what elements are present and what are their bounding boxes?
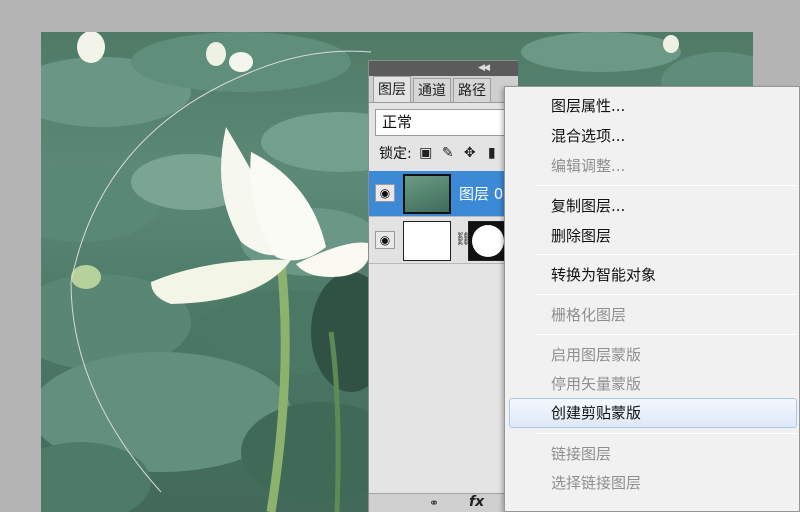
menu-item-layer-properties[interactable]: 图层属性... — [551, 96, 625, 116]
menu-item-disable-vector-mask[interactable]: 停用矢量蒙版 — [551, 374, 641, 394]
lock-brush-icon[interactable]: ✎ — [440, 145, 456, 161]
menu-separator — [535, 185, 797, 186]
lock-transparent-icon[interactable]: ▣ — [418, 145, 434, 161]
menu-item-duplicate-layer[interactable]: 复制图层... — [551, 196, 625, 216]
menu-item-rasterize-layer[interactable]: 栅格化图层 — [551, 305, 626, 325]
menu-item-edit-adjustment[interactable]: 编辑调整... — [551, 156, 625, 176]
menu-item-enable-layer-mask[interactable]: 启用图层蒙版 — [551, 345, 641, 365]
layer-thumbnail[interactable] — [403, 174, 451, 214]
layers-panel: ◀◀ 图层 通道 路径 正常 锁定: ▣ ✎ ✥ ▮ ◉ 图层 0 ◉ ⛓ ⚭ … — [368, 60, 519, 512]
panel-titlebar[interactable]: ◀◀ — [369, 61, 518, 76]
menu-item-select-linked-layers[interactable]: 选择链接图层 — [551, 473, 641, 493]
menu-item-convert-smart-object[interactable]: 转换为智能对象 — [551, 265, 656, 285]
layer-row-1[interactable]: ◉ ⛓ — [369, 218, 519, 264]
photoshop-workspace: ◀◀ 图层 通道 路径 正常 锁定: ▣ ✎ ✥ ▮ ◉ 图层 0 ◉ ⛓ ⚭ … — [0, 0, 800, 512]
menu-separator — [535, 334, 797, 335]
layer-thumbnail[interactable] — [403, 221, 451, 261]
panel-tabs: 图层 通道 路径 — [369, 76, 518, 103]
layer-context-menu: 图层属性... 混合选项... 编辑调整... 复制图层... 删除图层 转换为… — [504, 86, 800, 512]
collapse-icon[interactable]: ◀◀ — [478, 63, 490, 73]
menu-separator — [535, 254, 797, 255]
menu-item-link-layers[interactable]: 链接图层 — [551, 444, 611, 464]
menu-separator — [535, 433, 797, 434]
lock-move-icon[interactable]: ✥ — [462, 145, 478, 161]
lock-all-icon[interactable]: ▮ — [484, 145, 500, 161]
tab-paths[interactable]: 路径 — [453, 78, 491, 102]
lock-row: 锁定: ▣ ✎ ✥ ▮ — [369, 136, 518, 170]
menu-item-blending-options[interactable]: 混合选项... — [551, 126, 625, 146]
menu-separator — [535, 294, 797, 295]
tab-channels[interactable]: 通道 — [413, 78, 451, 102]
visibility-eye-icon[interactable]: ◉ — [375, 231, 395, 249]
tab-layers[interactable]: 图层 — [373, 76, 411, 102]
menu-item-create-clipping-mask[interactable]: 创建剪贴蒙版 — [551, 403, 641, 423]
link-icon[interactable]: ⚭ — [429, 496, 439, 510]
lock-label: 锁定: — [379, 146, 412, 162]
fx-icon[interactable]: fx — [469, 494, 484, 510]
visibility-eye-icon[interactable]: ◉ — [375, 184, 395, 202]
layer-name[interactable]: 图层 0 — [459, 183, 503, 204]
layer-row-0[interactable]: ◉ 图层 0 — [369, 171, 519, 217]
blend-mode-select[interactable]: 正常 — [375, 109, 515, 136]
menu-item-delete-layer[interactable]: 删除图层 — [551, 226, 611, 246]
panel-bottom-bar: ⚭ fx — [369, 493, 519, 512]
layer-mask-thumbnail[interactable] — [468, 221, 508, 261]
